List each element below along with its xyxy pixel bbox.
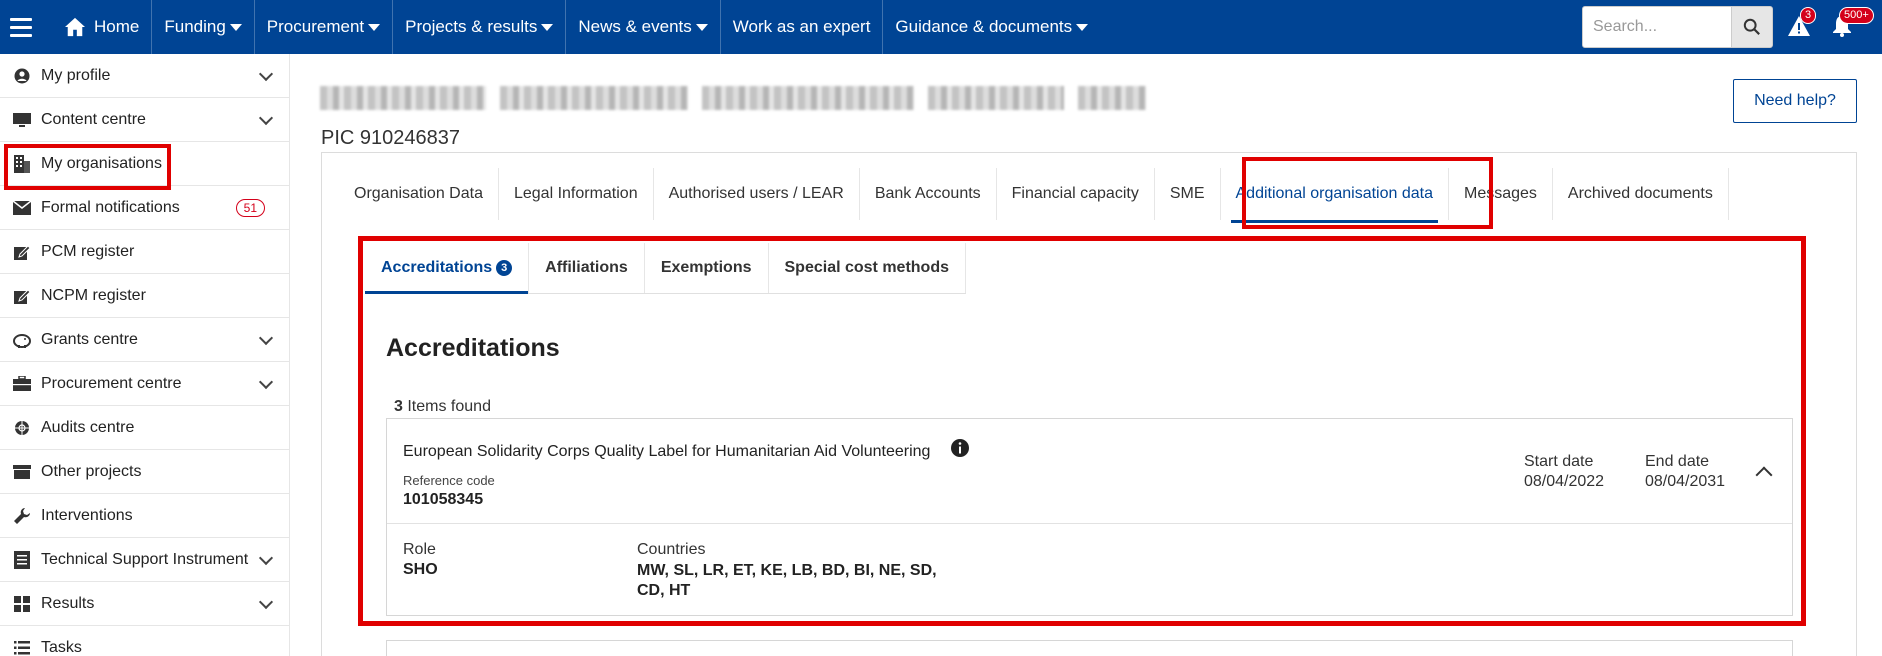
- sidebar-item-label: Formal notifications: [41, 198, 180, 216]
- sidebar-item-label: Results: [41, 594, 95, 612]
- highlight-box-accreditations-panel: [358, 236, 1806, 626]
- nav-expert-label: Work as an expert: [732, 17, 871, 36]
- sidebar-item-results[interactable]: Results: [0, 582, 289, 626]
- sidebar-item-label: Other projects: [41, 462, 142, 480]
- tab-bank-accounts[interactable]: Bank Accounts: [860, 168, 997, 220]
- sidebar-item-label: My profile: [41, 66, 111, 84]
- nav-procurement[interactable]: Procurement: [255, 0, 394, 54]
- sidebar-item-label: Grants centre: [41, 330, 138, 348]
- chevron-down-icon[interactable]: [258, 550, 274, 566]
- nav-home-label: Home: [94, 17, 140, 36]
- sidebar-item-label: Interventions: [41, 506, 133, 524]
- document-list-icon: [12, 550, 32, 570]
- crosshair-icon: [12, 418, 32, 438]
- home-icon: [65, 17, 85, 37]
- chevron-down-icon[interactable]: [258, 374, 274, 390]
- nav-guidance-documents[interactable]: Guidance & documents: [883, 0, 1100, 54]
- sidebar-item-tasks[interactable]: Tasks: [0, 626, 289, 656]
- sidebar-item-ncpm-register[interactable]: NCPM register: [0, 274, 289, 318]
- nav-news-events[interactable]: News & events: [566, 0, 721, 54]
- notifications-badge: 51: [235, 199, 265, 217]
- sidebar-item-other-projects[interactable]: Other projects: [0, 450, 289, 494]
- caret-down-icon: [368, 23, 381, 31]
- wrench-icon: [12, 506, 32, 526]
- search-button[interactable]: [1731, 6, 1773, 48]
- sidebar-item-procurement-centre[interactable]: Procurement centre: [0, 362, 289, 406]
- sidebar-item-pcm-register[interactable]: PCM register: [0, 230, 289, 274]
- sidebar-item-interventions[interactable]: Interventions: [0, 494, 289, 538]
- caret-down-icon: [541, 23, 554, 31]
- edit-icon: [12, 242, 32, 262]
- tab-financial-capacity[interactable]: Financial capacity: [997, 168, 1155, 220]
- monitor-icon: [12, 110, 32, 130]
- sidebar-item-audits-centre[interactable]: Audits centre: [0, 406, 289, 450]
- nav-funding-label: Funding: [164, 17, 226, 36]
- chevron-down-icon[interactable]: [258, 66, 274, 82]
- sidebar-item-label: Audits centre: [41, 418, 135, 436]
- redacted-text-block: [500, 86, 688, 110]
- redacted-text-block: [702, 86, 914, 110]
- box-icon: [12, 462, 32, 482]
- redacted-text-block: [928, 86, 1064, 110]
- nav-projects-results[interactable]: Projects & results: [393, 0, 567, 54]
- redacted-text-block: [320, 86, 486, 110]
- tab-legal-information[interactable]: Legal Information: [499, 168, 654, 220]
- tab-archived-documents[interactable]: Archived documents: [1553, 168, 1729, 220]
- nav-funding[interactable]: Funding: [152, 0, 255, 54]
- sidebar-item-label: NCPM register: [41, 286, 146, 304]
- tab-authorised-users-lear[interactable]: Authorised users / LEAR: [654, 168, 860, 220]
- notifications-count-badge: 500+: [1839, 7, 1874, 24]
- alerts-button[interactable]: 3: [1787, 7, 1817, 40]
- grid-icon: [12, 594, 32, 614]
- need-help-button[interactable]: Need help?: [1733, 79, 1857, 123]
- envelope-icon: [12, 198, 32, 218]
- sidebar-item-label: PCM register: [41, 242, 135, 260]
- piggy-bank-icon: [12, 330, 32, 350]
- alerts-count-badge: 3: [1800, 7, 1817, 24]
- sidebar-item-label: Procurement centre: [41, 374, 182, 392]
- sidebar-item-label: Tasks: [41, 638, 82, 656]
- notifications-button[interactable]: 500+: [1830, 7, 1874, 40]
- edit-icon: [12, 286, 32, 306]
- hamburger-menu-icon[interactable]: [0, 0, 42, 54]
- pic-number: PIC 910246837: [321, 127, 461, 149]
- organisation-name-redacted: [320, 86, 1146, 112]
- chevron-down-icon[interactable]: [258, 594, 274, 610]
- tab-sme[interactable]: SME: [1155, 168, 1221, 220]
- highlight-box-additional-data-tab: [1242, 157, 1493, 229]
- list-icon: [12, 638, 32, 656]
- sidebar-item-my-profile[interactable]: My profile: [0, 54, 289, 98]
- organisation-tabs: Organisation Data Legal Information Auth…: [339, 168, 1729, 224]
- sidebar-item-formal-notifications[interactable]: Formal notifications 51: [0, 186, 289, 230]
- next-accreditation-card: [386, 640, 1793, 656]
- sidebar-item-label: Content centre: [41, 110, 146, 128]
- nav-news-label: News & events: [578, 17, 692, 36]
- sidebar-item-content-centre[interactable]: Content centre: [0, 98, 289, 142]
- tab-organisation-data[interactable]: Organisation Data: [339, 168, 499, 220]
- nav-procurement-label: Procurement: [266, 17, 365, 36]
- redacted-text-block: [1078, 86, 1146, 110]
- caret-down-icon: [1076, 23, 1089, 31]
- sidebar-item-label: Technical Support Instrument: [41, 550, 249, 568]
- highlight-box-my-organisations: [4, 144, 171, 190]
- caret-down-icon: [229, 23, 242, 31]
- search-input[interactable]: Search...: [1582, 6, 1732, 48]
- nav-guidance-label: Guidance & documents: [895, 17, 1073, 36]
- user-circle-icon: [12, 66, 32, 86]
- chevron-down-icon[interactable]: [258, 330, 274, 346]
- nav-work-as-expert[interactable]: Work as an expert: [721, 0, 884, 54]
- nav-home[interactable]: Home: [42, 0, 153, 54]
- sidebar-item-technical-support-instrument[interactable]: Technical Support Instrument: [0, 538, 289, 582]
- briefcase-icon: [12, 374, 32, 394]
- sidebar-item-grants-centre[interactable]: Grants centre: [0, 318, 289, 362]
- chevron-down-icon[interactable]: [258, 110, 274, 126]
- caret-down-icon: [695, 23, 708, 31]
- nav-projects-label: Projects & results: [405, 17, 538, 36]
- search-icon: [1743, 18, 1760, 35]
